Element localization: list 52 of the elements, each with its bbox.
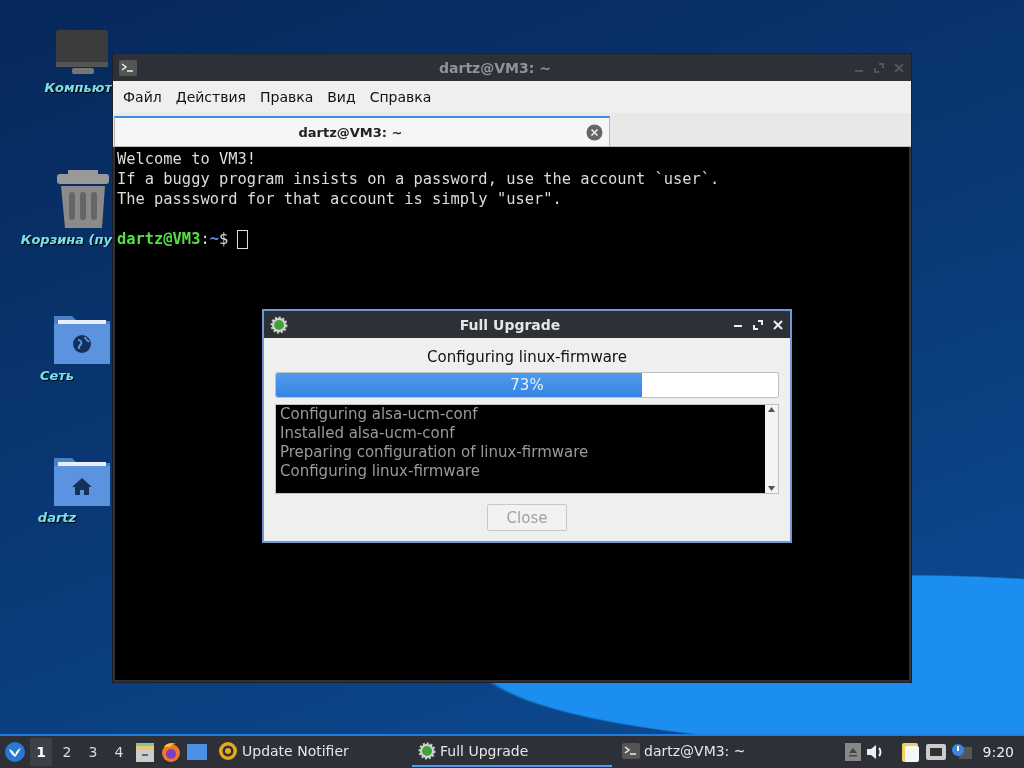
desktop-icon-label: Компьют: [44, 80, 112, 95]
log-line: Preparing configuration of linux-firmware: [280, 443, 590, 462]
menu-item[interactable]: Вид: [321, 85, 362, 109]
workspace-button[interactable]: 1: [30, 738, 52, 766]
update-notifier-icon: [218, 741, 238, 761]
desktop-icon-label: Корзина (пу: [20, 232, 112, 247]
prompt-path: ~: [209, 229, 219, 249]
prompt-user: dartz@VM3: [117, 229, 201, 249]
menu-item[interactable]: Справка: [363, 85, 438, 109]
trash-icon[interactable]: [56, 170, 110, 228]
gear-icon: [418, 742, 436, 760]
menu-item[interactable]: Действия: [169, 85, 252, 109]
scrollbar[interactable]: [765, 405, 778, 493]
progress-label: 73%: [510, 376, 544, 394]
eject-icon[interactable]: [844, 743, 861, 761]
close-tab-icon[interactable]: [586, 123, 603, 141]
menu-item[interactable]: Правка: [253, 85, 320, 109]
menu-item[interactable]: Файл: [117, 85, 168, 109]
dialog-title: Full Upgrade: [458, 316, 562, 333]
scroll-down-icon[interactable]: [767, 484, 776, 493]
workspace-button[interactable]: 3: [82, 738, 104, 766]
prompt-symbol: $: [218, 229, 229, 249]
terminal-line: Welcome to VM3!: [117, 149, 257, 169]
monitor-icon[interactable]: [54, 28, 110, 76]
terminal-line: The passsword for that account is simply "user".: [117, 189, 563, 209]
window-icon[interactable]: [186, 743, 208, 761]
scroll-up-icon[interactable]: [767, 405, 776, 414]
gear-icon: [270, 315, 288, 334]
desktop-icon-label: dartz: [36, 510, 78, 525]
desktop-icon-label: Сеть: [38, 368, 76, 383]
task-button[interactable]: dartz@VM3: ~: [616, 737, 836, 767]
task-button[interactable]: Full Upgrade: [412, 737, 612, 767]
log-line: Configuring alsa-ucm-conf: [280, 405, 479, 424]
log-line: Configuring linux-firmware: [280, 462, 481, 481]
task-button[interactable]: Update Notifier: [212, 737, 408, 767]
workspace-button[interactable]: 4: [108, 738, 130, 766]
terminal-icon: [119, 59, 137, 76]
text-cursor: [237, 229, 249, 249]
browser-icon[interactable]: [160, 741, 182, 763]
clipboard-icon[interactable]: [900, 741, 921, 763]
notification-icon[interactable]: [950, 743, 973, 761]
terminal-icon: [622, 743, 640, 759]
network-icon[interactable]: [924, 743, 947, 761]
file-cabinet-icon[interactable]: [134, 741, 156, 763]
terminal-tab[interactable]: dartz@VM3: ~: [114, 116, 610, 146]
workspace-button[interactable]: 2: [56, 738, 78, 766]
window-title: dartz@VM3: ~: [438, 59, 552, 76]
status-text: Configuring linux-firmware: [427, 348, 627, 366]
log-line: Installed alsa-ucm-conf: [280, 424, 456, 443]
clock[interactable]: 9:20: [976, 744, 1020, 760]
prompt-separator: :: [200, 229, 210, 249]
terminal-line: If a buggy program insists on a password, use the account `user`.: [117, 169, 721, 189]
